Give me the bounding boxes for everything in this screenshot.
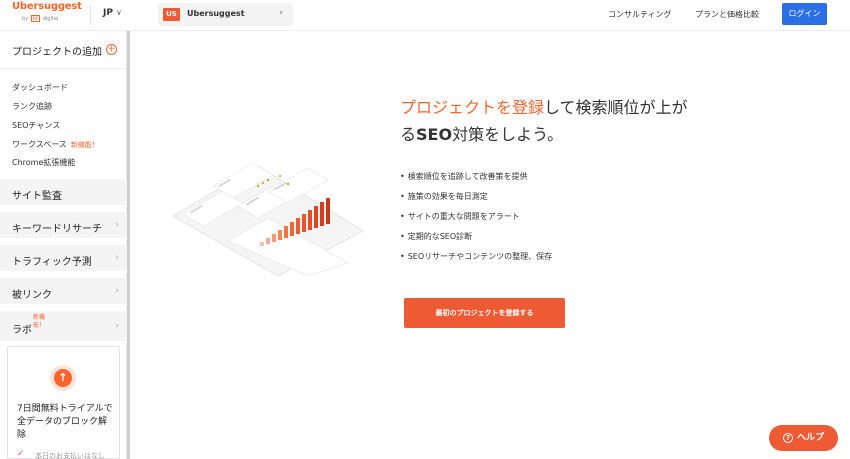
add-project-button[interactable]: プロジェクトの追加 + — [0, 31, 127, 69]
new-feature-badge: 新機能！ — [33, 314, 46, 329]
language-selector[interactable]: JP ∨ — [103, 8, 122, 18]
ubersuggest-logo[interactable]: Ubersuggest by NP digital — [12, 1, 82, 27]
question-icon: ? — [783, 433, 793, 443]
project-selector[interactable]: US Ubersuggest › — [158, 3, 293, 26]
header-divider — [90, 5, 91, 25]
list-item: 検索順位を追跡して改善策を提供 — [400, 171, 552, 191]
brand-name: Ubersuggest — [12, 1, 82, 12]
nav-consulting-link[interactable]: コンサルティング — [608, 9, 672, 20]
chevron-right-icon: › — [115, 220, 119, 230]
chevron-right-icon: › — [115, 321, 119, 331]
dashboard-illustration — [172, 162, 365, 276]
nav-plans-link[interactable]: プランと価格比較 — [695, 9, 759, 20]
login-button[interactable]: ログイン — [782, 3, 827, 25]
top-bar: Ubersuggest by NP digital JP ∨ US Ubersug… — [0, 0, 850, 31]
project-badge: US — [163, 8, 180, 21]
list-item: 定期的なSEO診断 — [400, 231, 552, 251]
sidebar-item-seo-opportunities[interactable]: SEOチャンス — [12, 120, 60, 131]
plus-circle-icon: + — [106, 44, 117, 55]
sidebar-section-site-audit[interactable]: サイト監査 — [0, 179, 127, 207]
chevron-right-icon: › — [115, 286, 119, 296]
page-headline: プロジェクトを登録して検索順位が上がるSEO対策をしよう。 — [400, 98, 688, 144]
help-label: ヘルプ — [797, 433, 825, 443]
project-name: Ubersuggest — [187, 9, 245, 18]
sidebar-item-dashboard[interactable]: ダッシュボード — [12, 82, 68, 93]
sidebar-section-backlinks[interactable]: 被リンク › — [0, 278, 127, 306]
sidebar-section-labs[interactable]: ラボ 新機能！ › — [0, 311, 127, 343]
help-button[interactable]: ? ヘルプ — [769, 425, 838, 451]
list-item: 施策の効果を毎日測定 — [400, 191, 552, 211]
upgrade-arrow-icon: ↑ — [50, 365, 76, 391]
list-item: サイトの重大な問題をアラート — [400, 211, 552, 231]
sidebar-item-workspace[interactable]: ワークスペース 新機能！ — [12, 139, 99, 150]
feature-list: 検索順位を追跡して改善策を提供 施策の効果を毎日測定 サイトの重大な問題をアラー… — [400, 171, 552, 271]
sidebar-scrollbar[interactable] — [127, 31, 130, 459]
check-icon: ✓ — [17, 449, 25, 459]
chevron-right-icon: › — [279, 8, 283, 18]
chevron-right-icon: › — [115, 253, 119, 263]
chevron-down-icon: ∨ — [115, 8, 122, 17]
sidebar-section-keyword-research[interactable]: キーワードリサーチ › — [0, 212, 127, 240]
sidebar-item-chrome-extension[interactable]: Chrome拡張機能 — [12, 157, 75, 168]
register-first-project-button[interactable]: 最初のプロジェクトを登録する — [404, 298, 565, 328]
brand-byline: by NP digital — [22, 15, 59, 22]
add-project-label: プロジェクトの追加 — [12, 47, 102, 58]
trial-text: 7日間無料トライアルで全データのブロック解除 — [17, 404, 113, 440]
sidebar-section-traffic-forecast[interactable]: トラフィック予測 › — [0, 245, 127, 273]
list-item: SEOリサーチやコンテンツの整理、保存 — [400, 251, 552, 271]
sidebar-item-rank-tracking[interactable]: ランク追跡 — [12, 101, 52, 112]
new-feature-badge: 新機能！ — [70, 141, 99, 149]
trial-note: 本日のお支払いはなし — [35, 452, 105, 459]
